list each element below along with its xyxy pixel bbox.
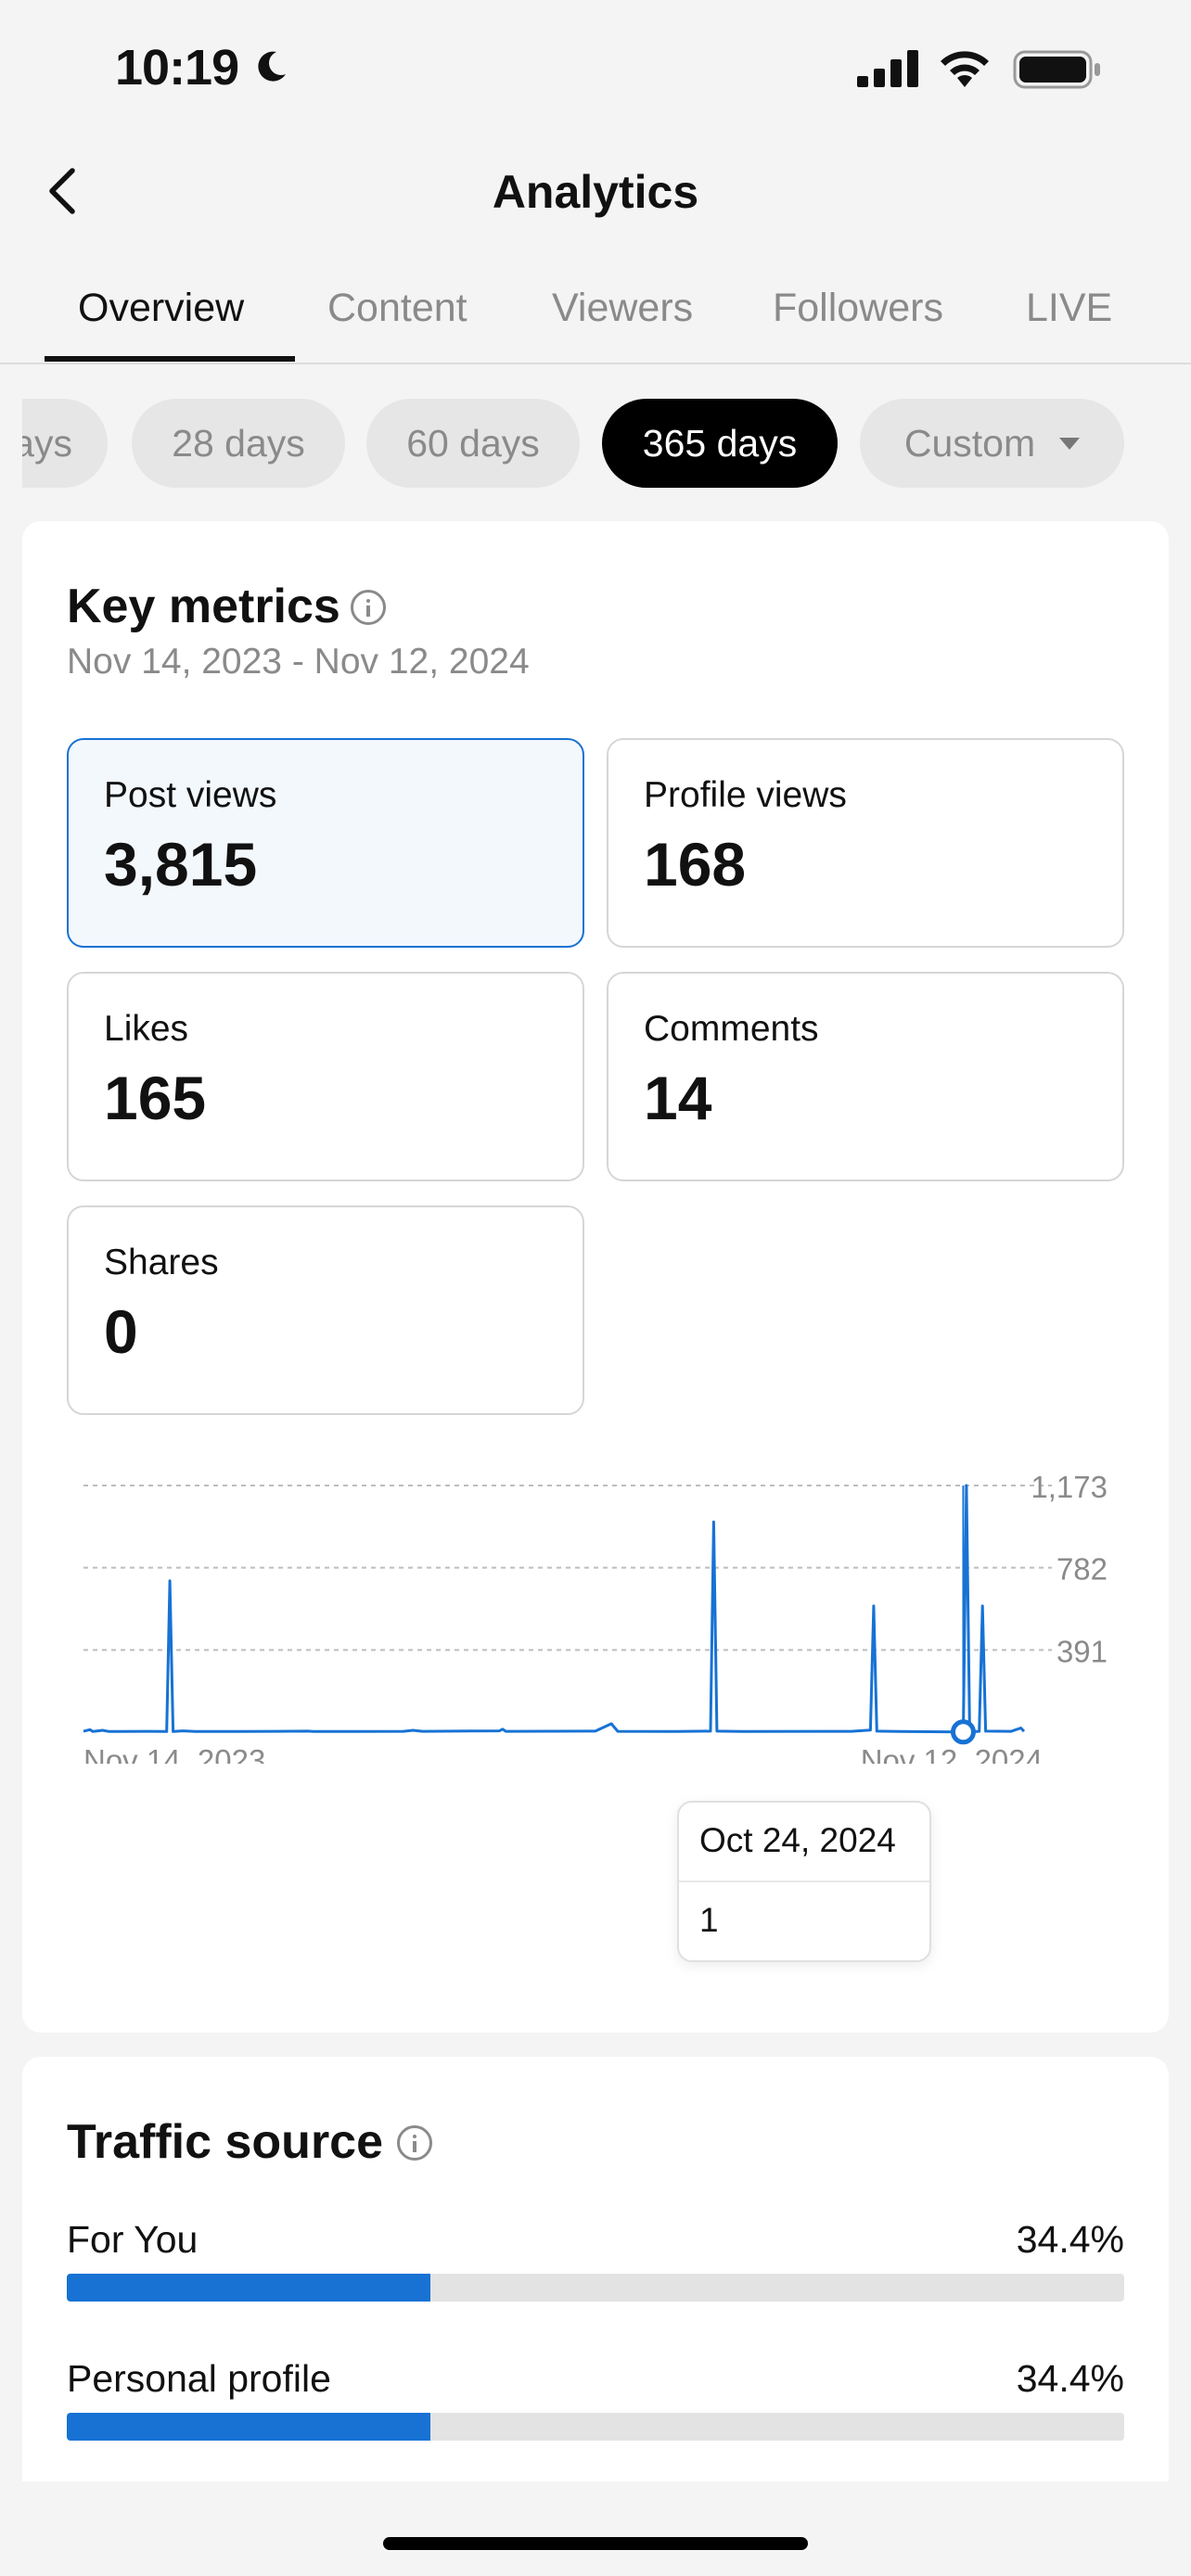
chip-custom-label: Custom: [903, 422, 1036, 465]
bottom-safe-area: [0, 2481, 1191, 2576]
metric-label: Comments: [644, 1009, 819, 1049]
tab-followers[interactable]: Followers: [773, 286, 943, 331]
battery-icon: [1013, 50, 1100, 89]
chart-y-tick-label: 782: [1057, 1552, 1108, 1587]
nav-bar: Analytics: [0, 148, 1191, 241]
metric-label: Profile views: [644, 775, 847, 815]
caret-down-icon: [1059, 437, 1081, 450]
date-range-chips: 7 days 28 days 60 days 365 days Custom: [0, 399, 1191, 488]
key-metrics-title: Key metrics: [67, 580, 340, 633]
chip-scroll-fade: [0, 399, 22, 488]
moon-icon: [258, 51, 286, 82]
traffic-source-title: Traffic source: [67, 2115, 384, 2169]
post-views-chart[interactable]: 1,173 782 391 Nov 14, 2023 Nov 12, 2024: [22, 1448, 1169, 1764]
wifi-icon: [941, 51, 989, 87]
tab-content[interactable]: Content: [327, 286, 467, 331]
metric-value: 3,815: [104, 830, 258, 899]
chip-60-days[interactable]: 60 days: [366, 399, 580, 488]
metric-comments[interactable]: Comments 14: [607, 972, 1124, 1181]
chip-28-days[interactable]: 28 days: [132, 399, 345, 488]
traffic-source-percent: 34.4%: [1016, 2357, 1124, 2400]
metric-shares[interactable]: Shares 0: [67, 1205, 584, 1415]
key-metrics-date-range: Nov 14, 2023 - Nov 12, 2024: [67, 642, 530, 682]
info-icon[interactable]: [351, 590, 386, 625]
status-time: 10:19: [115, 40, 239, 96]
metric-profile-views[interactable]: Profile views 168: [607, 738, 1124, 948]
traffic-progress-fill: [67, 2413, 431, 2441]
tooltip-value: 1: [699, 1901, 719, 1939]
signal-icon: [857, 50, 918, 87]
active-tab-indicator: [45, 356, 295, 362]
page-title: Analytics: [492, 166, 699, 218]
traffic-progress-track: [67, 2413, 1124, 2441]
chart-x-label-end: Nov 12, 2024: [861, 1743, 1043, 1764]
tooltip-date: Oct 24, 2024: [699, 1821, 896, 1859]
tab-viewers[interactable]: Viewers: [552, 286, 693, 331]
metric-value: 14: [644, 1064, 712, 1132]
home-indicator[interactable]: [383, 2537, 808, 2550]
traffic-source-percent: 34.4%: [1016, 2218, 1124, 2261]
metric-value: 0: [104, 1297, 138, 1366]
chart-y-tick-label: 391: [1057, 1634, 1108, 1668]
analytics-tabs: Overview Content Viewers Followers LIVE: [0, 269, 1191, 364]
tooltip-divider: [679, 1881, 929, 1882]
traffic-progress-fill: [67, 2274, 431, 2302]
traffic-source-name: For You: [67, 2218, 198, 2261]
metric-label: Likes: [104, 1009, 189, 1049]
chart-y-tick-label: 1,173: [1031, 1470, 1108, 1504]
info-icon[interactable]: [397, 2125, 432, 2161]
chip-365-days[interactable]: 365 days: [602, 399, 838, 488]
metric-label: Shares: [104, 1243, 219, 1282]
chart-selected-point: [950, 1719, 976, 1745]
metric-value: 165: [104, 1064, 207, 1132]
key-metrics-card: Key metrics Nov 14, 2023 - Nov 12, 2024 …: [22, 521, 1169, 2033]
traffic-source-name: Personal profile: [67, 2357, 331, 2400]
metric-post-views[interactable]: Post views 3,815: [67, 738, 584, 948]
metric-value: 168: [644, 830, 747, 899]
traffic-progress-track: [67, 2274, 1124, 2302]
chip-custom[interactable]: Custom: [860, 399, 1124, 488]
status-bar: 10:19: [0, 0, 1191, 139]
tab-overview[interactable]: Overview: [78, 286, 244, 331]
metric-likes[interactable]: Likes 165: [67, 972, 584, 1181]
chart-series-line: [83, 1484, 1026, 1734]
tab-live[interactable]: LIVE: [1026, 286, 1112, 331]
chart-x-label-start: Nov 14, 2023: [83, 1743, 265, 1764]
chart-tooltip: Oct 24, 2024 1: [677, 1801, 931, 1962]
metric-label: Post views: [104, 775, 277, 815]
